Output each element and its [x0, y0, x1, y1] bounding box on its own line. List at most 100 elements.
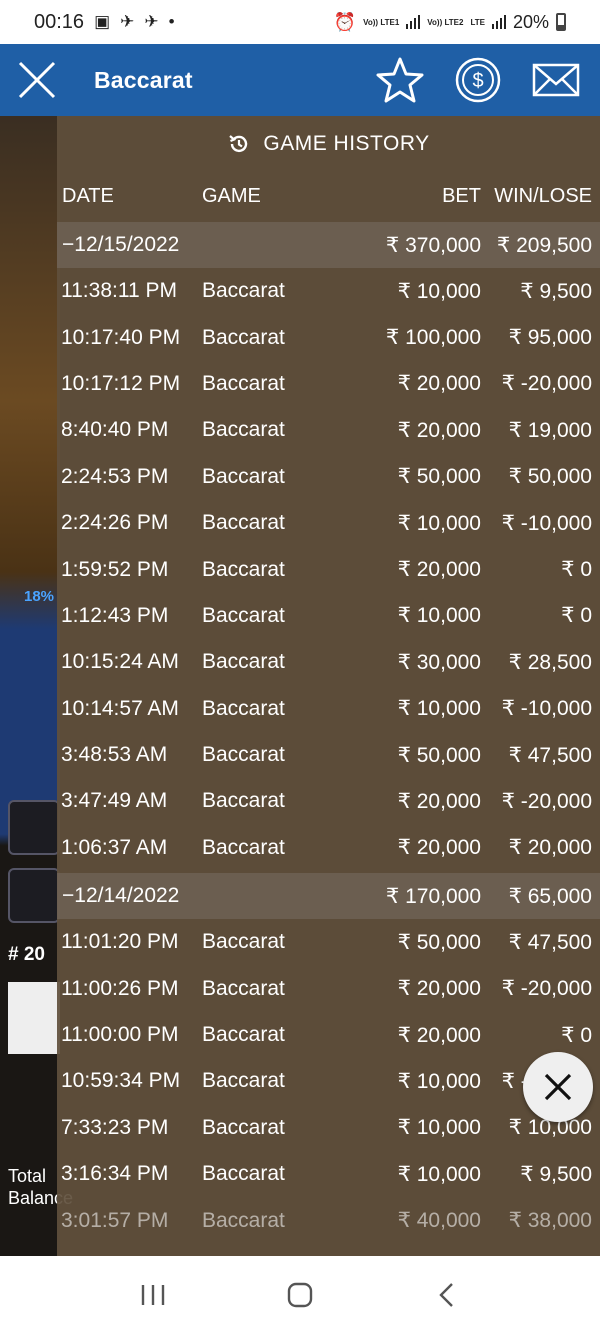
progress-percent: 18% — [24, 588, 55, 605]
row-time: 1:59:52 PM — [61, 557, 169, 581]
row-game: Baccarat — [202, 743, 285, 767]
row-win-lose: ₹ 10,000 — [508, 1116, 592, 1140]
row-time: 3:16:34 PM — [61, 1162, 169, 1186]
recent-apps-icon — [142, 1284, 165, 1305]
row-win-lose: ₹ 0 — [561, 604, 592, 628]
history-row[interactable]: 3:01:57 PM Baccarat ₹ 40,000 ₹ 38,000 — [57, 1197, 600, 1243]
history-row[interactable]: 1:59:52 PM Baccarat ₹ 20,000 ₹ 0 — [57, 546, 600, 592]
history-row[interactable]: 3:16:34 PM Baccarat ₹ 10,000 ₹ 9,500 — [57, 1151, 600, 1197]
row-time: 1:06:37 AM — [61, 835, 168, 859]
row-bet: ₹ 20,000 — [397, 789, 481, 813]
favorite-button[interactable] — [374, 54, 426, 106]
row-time: 8:40:40 PM — [61, 418, 169, 442]
row-time: 11:00:00 PM — [61, 1023, 179, 1047]
history-row[interactable]: 11:01:20 PM Baccarat ₹ 50,000 ₹ 47,500 — [57, 919, 600, 965]
row-win-lose: ₹ 9,500 — [520, 279, 592, 303]
row-bet: ₹ 20,000 — [397, 418, 481, 442]
row-game: Baccarat — [202, 1069, 285, 1093]
row-game: Baccarat — [202, 1208, 285, 1232]
close-button[interactable] — [0, 44, 74, 116]
row-bet: ₹ 20,000 — [397, 836, 481, 860]
date-group-row: −12/15/2022 ₹ 370,000 ₹ 209,500 — [57, 222, 600, 268]
history-row[interactable]: 7:33:23 PM Baccarat ₹ 10,000 ₹ 10,000 — [57, 1105, 600, 1151]
row-bet: ₹ 10,000 — [397, 697, 481, 721]
history-row[interactable]: 1:12:43 PM Baccarat ₹ 10,000 ₹ 0 — [57, 593, 600, 639]
battery-icon — [556, 13, 566, 31]
row-win-lose: ₹ -20,000 — [501, 977, 592, 1001]
history-icon — [229, 135, 248, 153]
row-time: 7:33:23 PM — [61, 1115, 169, 1139]
row-win-lose: ₹ -20,000 — [501, 789, 592, 813]
row-game: Baccarat — [202, 789, 285, 813]
dollar-icon: $ — [455, 57, 501, 103]
column-game: GAME — [202, 184, 261, 207]
history-list[interactable]: −12/15/2022 ₹ 370,000 ₹ 209,500 11:38:11 PM… — [57, 222, 600, 1244]
history-row[interactable]: 2:24:53 PM Baccarat ₹ 50,000 ₹ 50,000 — [57, 454, 600, 500]
history-row[interactable]: 10:17:40 PM Baccarat ₹ 100,000 ₹ 95,000 — [57, 314, 600, 360]
row-bet: ₹ 10,000 — [397, 604, 481, 628]
row-win-lose: ₹ 50,000 — [508, 465, 592, 489]
row-time: 10:59:34 PM — [61, 1069, 181, 1093]
row-win-lose: ₹ 28,500 — [508, 650, 592, 674]
row-bet: ₹ 20,000 — [397, 372, 481, 396]
row-bet: ₹ 40,000 — [397, 1209, 481, 1233]
row-bet: ₹ 20,000 — [397, 558, 481, 582]
home-icon — [287, 1282, 313, 1307]
history-row[interactable]: 1:06:37 AM Baccarat ₹ 20,000 ₹ 20,000 — [57, 825, 600, 871]
history-row[interactable]: 3:48:53 AM Baccarat ₹ 50,000 ₹ 47,500 — [57, 732, 600, 778]
row-game: Baccarat — [202, 696, 285, 720]
row-time: 2:24:53 PM — [61, 464, 169, 488]
row-game: Baccarat — [202, 557, 285, 581]
history-row[interactable]: 11:00:26 PM Baccarat ₹ 20,000 ₹ -20,000 — [57, 965, 600, 1011]
battery-percent: 20% — [512, 11, 549, 32]
group-date: −12/14/2022 — [62, 884, 180, 908]
history-row[interactable]: 10:17:12 PM Baccarat ₹ 20,000 ₹ -20,000 — [57, 361, 600, 407]
row-time: 11:01:20 PM — [61, 930, 179, 954]
balance-button[interactable]: $ — [452, 54, 504, 106]
rocket-icon: ✈ — [120, 12, 135, 31]
row-win-lose: ₹ 0 — [561, 1023, 592, 1047]
row-game: Baccarat — [202, 1023, 285, 1047]
system-nav-bar — [0, 1256, 600, 1333]
network-label-3: LTE — [470, 17, 485, 27]
back-button[interactable] — [417, 1265, 477, 1325]
mail-button[interactable] — [530, 54, 582, 106]
recent-apps-button[interactable] — [123, 1265, 183, 1325]
close-history-button[interactable] — [523, 1052, 593, 1122]
game-history-panel[interactable]: GAME HISTORY DATE GAME BET WIN/LOSE −12/… — [57, 116, 600, 1256]
home-button[interactable] — [270, 1265, 330, 1325]
row-bet: ₹ 10,000 — [397, 1116, 481, 1140]
row-game: Baccarat — [202, 511, 285, 535]
svg-text:$: $ — [472, 70, 483, 92]
column-date: DATE — [62, 184, 114, 207]
alarm-icon: ⏰ — [333, 11, 357, 32]
group-date: −12/15/2022 — [62, 233, 180, 256]
row-time: 11:00:26 PM — [61, 976, 179, 1000]
history-row[interactable]: 10:59:34 PMBaccarat₹ 10,000₹ -10,000 — [57, 1058, 600, 1104]
column-bet: BET — [442, 184, 481, 207]
row-time: 10:17:40 PM — [61, 325, 181, 349]
table-header: DATE GAME BET WIN/LOSE — [57, 172, 600, 220]
row-game: Baccarat — [202, 325, 285, 349]
row-time: 3:01:57 PM — [61, 1208, 169, 1232]
history-row[interactable]: 11:00:00 PM Baccarat ₹ 20,000 ₹ 0 — [57, 1012, 600, 1058]
history-row[interactable]: 2:24:26 PM Baccarat ₹ 10,000 ₹ -10,000 — [57, 500, 600, 546]
group-win-total: ₹ 65,000 — [508, 884, 592, 908]
history-row[interactable]: 3:47:49 AM Baccarat ₹ 20,000 ₹ -20,000 — [57, 778, 600, 824]
row-game: Baccarat — [202, 418, 285, 442]
dot-icon: • — [168, 12, 175, 31]
bet-spot[interactable] — [8, 868, 60, 923]
row-time: 3:47:49 AM — [61, 789, 168, 813]
history-row[interactable]: 10:15:24 AM Baccarat ₹ 30,000 ₹ 28,500 — [57, 639, 600, 685]
history-row[interactable]: 10:14:57 AM Baccarat ₹ 10,000 ₹ -10,000 — [57, 686, 600, 732]
row-game: Baccarat — [202, 1162, 285, 1186]
row-bet: ₹ 100,000 — [385, 326, 481, 350]
history-header: GAME HISTORY — [57, 116, 600, 172]
history-row[interactable]: 8:40:40 PM Baccarat ₹ 20,000 ₹ 19,000 — [57, 407, 600, 453]
back-icon — [438, 1282, 453, 1307]
history-row[interactable]: 11:38:11 PM Baccarat ₹ 10,000 ₹ 9,500 — [57, 268, 600, 314]
row-time: 10:14:57 AM — [61, 696, 179, 720]
bead-road — [8, 982, 60, 1054]
bet-spot[interactable] — [8, 800, 60, 855]
network-label-2: Vo)) LTE2 — [427, 17, 464, 27]
